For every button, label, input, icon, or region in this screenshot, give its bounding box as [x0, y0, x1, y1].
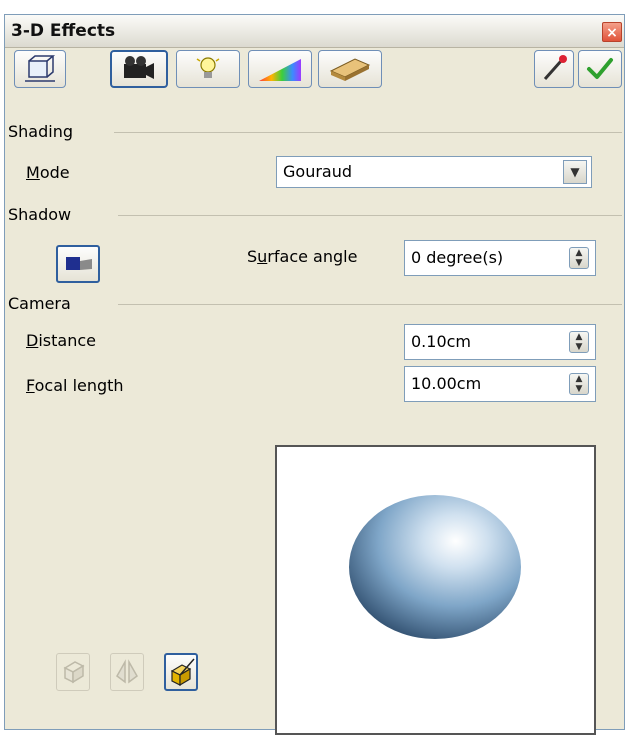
distance-value: 0.10cm — [411, 332, 472, 351]
material-icon — [329, 58, 371, 81]
window-title: 3-D Effects — [11, 21, 116, 41]
shadow-toggle-button[interactable] — [56, 245, 100, 283]
perspective-off-button[interactable] — [56, 653, 90, 691]
camera-icon — [124, 56, 154, 79]
mode-select[interactable]: Gouraud ▼ — [276, 156, 592, 188]
shading-button[interactable] — [110, 50, 168, 88]
textures-button[interactable] — [248, 50, 312, 88]
shadow-icon — [66, 257, 92, 270]
focal-length-value: 10.00cm — [411, 374, 482, 393]
illumination-button[interactable] — [176, 50, 240, 88]
shading-divider — [114, 132, 622, 133]
surface-angle-label: Surface angle — [247, 247, 358, 266]
close-button[interactable]: × — [602, 22, 622, 42]
eyedropper-icon — [543, 55, 567, 80]
mirror-icon — [116, 659, 138, 684]
gradient-icon — [259, 59, 301, 81]
mode-label: Mode — [26, 163, 70, 182]
preview-pane[interactable] — [275, 445, 596, 735]
shadow-divider — [118, 215, 622, 216]
material-button[interactable] — [318, 50, 382, 88]
cube-outline-icon — [63, 661, 85, 684]
focal-length-label: Focal length — [26, 376, 124, 395]
sphere-preview — [349, 495, 521, 639]
distance-spinbox[interactable]: 0.10cm ▲ ▼ — [404, 324, 596, 360]
checkmark-icon — [587, 58, 613, 79]
geometry-button[interactable] — [14, 50, 66, 88]
spin-arrows-icon[interactable]: ▲ ▼ — [569, 373, 589, 395]
camera-header: Camera — [8, 294, 71, 313]
surface-angle-value: 0 degree(s) — [411, 248, 504, 267]
title-bar[interactable]: 3-D Effects × — [5, 15, 624, 48]
cube-icon — [25, 55, 56, 82]
lightbulb-icon — [196, 57, 220, 78]
distance-label: Distance — [26, 331, 96, 350]
perspective-on-button[interactable] — [164, 653, 198, 691]
assign-button[interactable] — [534, 50, 574, 88]
surface-angle-spinbox[interactable]: 0 degree(s) ▲ ▼ — [404, 240, 596, 276]
chevron-down-icon[interactable]: ▼ — [563, 160, 587, 184]
update-button[interactable] — [578, 50, 622, 88]
perspective-mirror-button[interactable] — [110, 653, 144, 691]
mode-value: Gouraud — [283, 162, 353, 181]
shading-header: Shading — [8, 122, 73, 141]
camera-divider — [118, 304, 622, 305]
spin-arrows-icon[interactable]: ▲ ▼ — [569, 331, 589, 353]
spin-arrows-icon[interactable]: ▲ ▼ — [569, 247, 589, 269]
perspective-icon — [170, 658, 195, 687]
focal-length-spinbox[interactable]: 10.00cm ▲ ▼ — [404, 366, 596, 402]
shadow-header: Shadow — [8, 205, 72, 224]
